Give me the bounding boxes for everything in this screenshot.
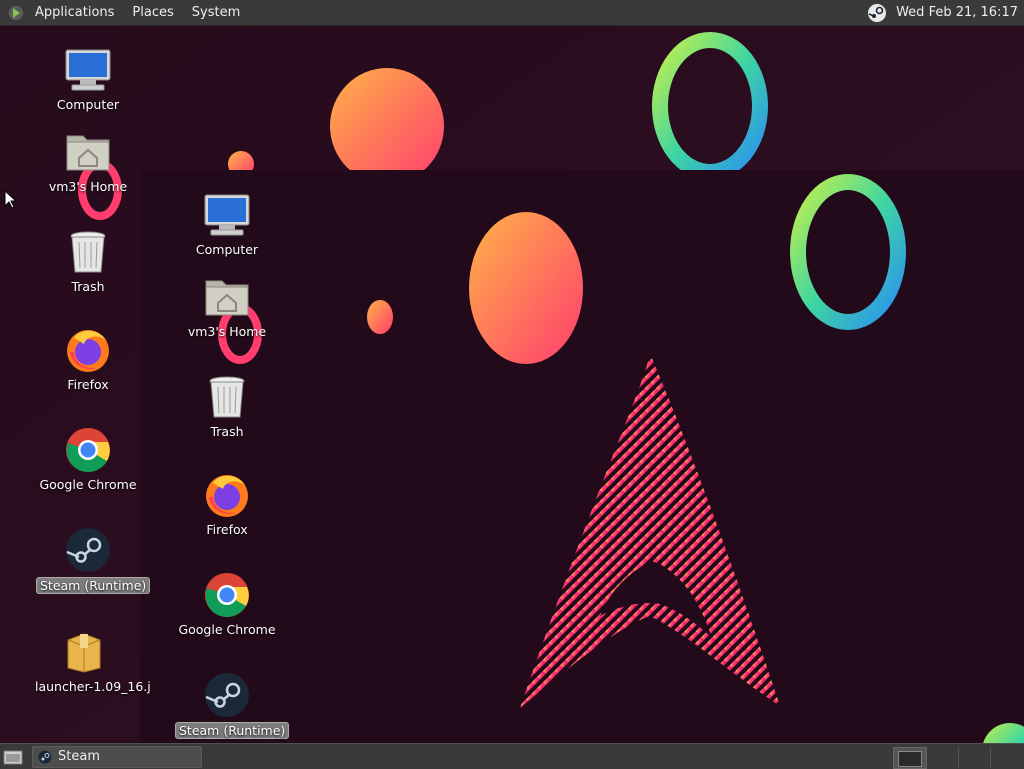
desktop-icon-label: Trash bbox=[71, 279, 105, 294]
firefox-icon bbox=[206, 475, 248, 517]
desktop-icon-firefox[interactable]: Firefox bbox=[36, 326, 140, 393]
desktop-icon-label: Steam (Runtime) bbox=[36, 577, 151, 594]
desktop-icon-label: Google Chrome bbox=[178, 622, 276, 637]
workspace-window-thumbnail bbox=[898, 751, 922, 767]
desktop-icon-chrome[interactable]: Google Chrome bbox=[36, 426, 140, 493]
desktop-icon-trash[interactable]: Trash bbox=[175, 373, 279, 440]
desktop-icon-label: Steam (Runtime) bbox=[175, 722, 290, 739]
workspace-divider bbox=[990, 747, 991, 767]
desktop-icon-label: Trash bbox=[210, 424, 244, 439]
desktop-wallpaper bbox=[0, 26, 1024, 743]
desktop-icon-steam[interactable]: Steam (Runtime) bbox=[36, 526, 151, 594]
desktop-icon-label: Firefox bbox=[206, 522, 248, 537]
steam-icon bbox=[38, 750, 52, 763]
desktop-icon-firefox[interactable]: Firefox bbox=[175, 471, 279, 538]
applications-menu[interactable]: Applications bbox=[33, 5, 116, 20]
desktop-icon-label: Computer bbox=[56, 97, 120, 112]
desktop-icon-computer[interactable]: Computer bbox=[36, 46, 140, 113]
computer-icon bbox=[204, 194, 250, 236]
desktop-icon-computer[interactable]: Computer bbox=[175, 191, 279, 258]
desktop-icon-steam[interactable]: Steam (Runtime) bbox=[175, 671, 290, 739]
workspace-divider bbox=[958, 747, 959, 767]
home-folder-icon bbox=[66, 135, 110, 171]
clock[interactable]: Wed Feb 21, 16:17 bbox=[896, 5, 1018, 20]
applications-menu-icon[interactable] bbox=[7, 4, 25, 22]
taskbar-button-label: Steam bbox=[58, 749, 100, 764]
desktop-icon-label: Firefox bbox=[67, 377, 109, 392]
mouse-cursor-icon bbox=[4, 190, 16, 209]
system-menu[interactable]: System bbox=[190, 5, 242, 20]
places-menu[interactable]: Places bbox=[130, 5, 175, 20]
top-panel: Applications Places System Wed Feb 21, 1… bbox=[0, 0, 1024, 26]
bottom-panel: Steam bbox=[0, 743, 1024, 769]
trash-icon bbox=[70, 231, 106, 273]
show-desktop-icon[interactable] bbox=[3, 748, 23, 766]
workspace-switcher[interactable] bbox=[893, 747, 927, 769]
trash-icon bbox=[209, 376, 245, 418]
firefox-icon bbox=[67, 330, 109, 372]
desktop-icon-trash[interactable]: Trash bbox=[36, 228, 140, 295]
desktop-icon-label: vm3's Home bbox=[48, 179, 128, 194]
desktop-icon-home[interactable]: vm3's Home bbox=[175, 273, 279, 340]
desktop-icon-home[interactable]: vm3's Home bbox=[36, 128, 140, 195]
package-icon bbox=[67, 633, 101, 673]
computer-icon bbox=[65, 49, 111, 91]
steam-icon bbox=[66, 528, 110, 572]
taskbar-button-steam[interactable]: Steam bbox=[32, 745, 202, 768]
home-folder-icon bbox=[205, 280, 249, 316]
steam-icon bbox=[205, 673, 249, 717]
desktop-icon-label: launcher-1.09_16.j bbox=[35, 679, 151, 694]
steam-tray-icon[interactable] bbox=[867, 3, 887, 23]
chrome-icon bbox=[66, 428, 110, 472]
desktop-icon-label: vm3's Home bbox=[187, 324, 267, 339]
desktop-icon-chrome[interactable]: Google Chrome bbox=[175, 571, 279, 638]
desktop-icon-label: Computer bbox=[195, 242, 259, 257]
desktop-icon-launcher[interactable]: launcher-1.09_16.j bbox=[32, 628, 151, 695]
desktop-icon-label: Google Chrome bbox=[39, 477, 137, 492]
chrome-icon bbox=[205, 573, 249, 617]
